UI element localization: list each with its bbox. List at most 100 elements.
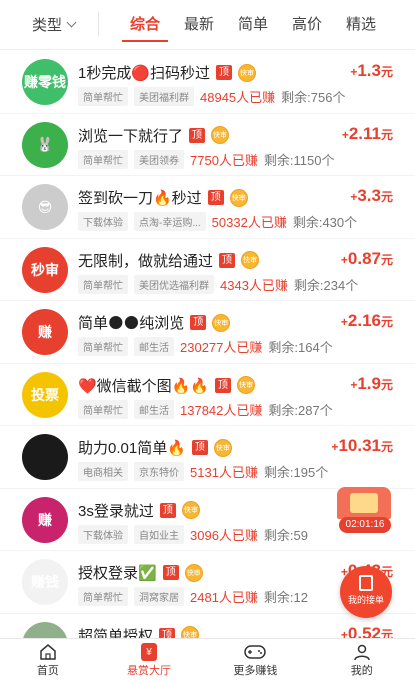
fast-review-icon: 快审 <box>238 63 257 82</box>
reward-unit: 元 <box>380 127 393 142</box>
task-title: 1秒完成🔴扫码秒过 <box>78 65 211 82</box>
task-app-chip: 点淘-幸运购... <box>134 212 206 231</box>
task-meta-line: 简单帮忙 美团领券 7750人已赚 剩余:1150个 <box>78 149 335 169</box>
task-row[interactable]: 秒审 无限制，做就给通过 顶 快审 简单帮忙 美团优选福利群 4343人已赚 剩… <box>0 239 415 301</box>
task-row[interactable]: 助力0.01简单🔥 顶 快审 电商相关 京东特价 5131人已赚 剩余:195个… <box>0 426 415 489</box>
task-earned-count: 4343人已赚 <box>220 277 288 293</box>
nav-home-label: 首页 <box>36 665 59 677</box>
type-dropdown-label: 类型 <box>32 17 63 34</box>
task-avatar: 赚 <box>22 496 68 543</box>
task-remaining: 剩余:164个 <box>268 340 333 355</box>
task-category-chip: 简单帮忙 <box>78 274 128 294</box>
task-meta-line: 简单帮忙 洞窝家居 2481人已赚 剩余:12 <box>78 587 308 606</box>
nav-home[interactable]: 首页 <box>0 639 96 681</box>
tab-comprehensive[interactable]: 综合 <box>118 0 172 50</box>
nav-more-earn[interactable]: 更多赚钱 <box>202 639 308 681</box>
reward-amount: 10.31 <box>338 436 381 455</box>
reward-hall-icon: ¥ <box>96 642 202 662</box>
task-avatar-text: 赚零钱 <box>24 74 66 90</box>
fast-review-icon: 快审 <box>184 563 203 582</box>
task-avatar: 秒审 <box>22 246 68 293</box>
tab-newest[interactable]: 最新 <box>172 0 226 50</box>
task-app-chip: 邮生活 <box>134 337 174 356</box>
filter-bar: 类型 综合 最新 简单 高价 精选 <box>0 0 415 50</box>
reward-unit: 元 <box>380 65 393 79</box>
task-avatar-text: 赚 <box>38 511 52 528</box>
task-earned-count: 7750人已赚 <box>190 152 258 168</box>
task-category-chip: 简单帮忙 <box>78 399 128 419</box>
task-title: 签到砍一刀🔥秒过 <box>78 190 202 207</box>
task-earned-count: 2481人已赚 <box>190 590 258 605</box>
task-title-line: 简单🌑🌑纯浏览 顶 快审 <box>78 312 231 333</box>
pinned-badge: 顶 <box>219 252 236 268</box>
task-category-chip: 简单帮忙 <box>78 149 128 169</box>
task-meta-line: 简单帮忙 美团福利群 48945人已赚 剩余:756个 <box>78 87 345 106</box>
pinned-badge: 顶 <box>191 440 208 455</box>
pinned-badge: 顶 <box>215 377 232 393</box>
task-category-chip: 简单帮忙 <box>78 337 128 356</box>
task-meta-line: 简单帮忙 美团优选福利群 4343人已赚 剩余:234个 <box>78 274 359 294</box>
document-icon <box>359 575 373 591</box>
reward-amount: 2.11 <box>348 123 381 143</box>
nav-profile[interactable]: 我的 <box>309 639 415 681</box>
task-app-chip: 京东特价 <box>134 462 184 481</box>
nav-reward-hall-label: 悬赏大厅 <box>126 665 171 677</box>
nav-profile-label: 我的 <box>350 665 373 677</box>
task-title: 授权登录✅ <box>78 565 157 582</box>
my-orders-label: 我的接单 <box>347 595 384 605</box>
task-title-line: 无限制，做就给通过 顶 快审 <box>78 250 260 271</box>
tab-high-price[interactable]: 高价 <box>280 0 334 50</box>
countdown-timer: 02:01:16 <box>339 517 391 533</box>
task-title: 简单🌑🌑纯浏览 <box>78 315 185 332</box>
task-earned-count: 230277人已赚 <box>180 340 263 355</box>
task-app-chip: 美团领券 <box>134 149 184 169</box>
task-app-chip: 自如业主 <box>134 524 184 544</box>
user-icon <box>309 642 415 662</box>
reward-unit: 元 <box>380 252 393 267</box>
task-category-chip: 简单帮忙 <box>78 587 128 606</box>
task-reward: +2.16元 <box>341 311 393 331</box>
task-row[interactable]: 赚零钱 1秒完成🔴扫码秒过 顶 快审 简单帮忙 美团福利群 48945人已赚 剩… <box>0 51 415 114</box>
task-remaining: 剩余:430个 <box>292 215 358 230</box>
chevron-down-icon <box>66 17 77 28</box>
nav-reward-hall[interactable]: ¥ 悬赏大厅 <box>96 639 202 681</box>
task-category-chip: 下载体验 <box>78 212 128 231</box>
task-reward: +2.11元 <box>342 124 393 144</box>
task-row[interactable]: 😎 签到砍一刀🔥秒过 顶 快审 下载体验 点淘-幸运购... 50332人已赚 … <box>0 176 415 239</box>
reward-amount: 2.16 <box>347 311 381 330</box>
task-title-line: 1秒完成🔴扫码秒过 顶 快审 <box>78 62 257 83</box>
tab-featured[interactable]: 精选 <box>334 0 388 50</box>
task-meta-line: 下载体验 自如业主 3096人已赚 剩余:59 <box>78 524 308 544</box>
pinned-badge: 顶 <box>207 190 224 205</box>
task-avatar: 赚零钱 <box>22 59 68 105</box>
task-remaining: 剩余:1150个 <box>263 152 335 168</box>
task-row[interactable]: 投票 ❤️微信截个图🔥🔥 顶 快审 简单帮忙 邮生活 137842人已赚 剩余:… <box>0 364 415 426</box>
task-remaining: 剩余:234个 <box>293 277 359 293</box>
reward-amount: 1.9 <box>357 373 381 393</box>
task-title-line: 签到砍一刀🔥秒过 顶 快审 <box>78 187 248 208</box>
task-row[interactable]: 🐰 浏览一下就行了 顶 快审 简单帮忙 美团领券 7750人已赚 剩余:1150… <box>0 114 415 176</box>
tab-simple[interactable]: 简单 <box>226 0 280 50</box>
pinned-badge: 顶 <box>216 65 233 80</box>
task-remaining: 剩余:195个 <box>263 465 329 480</box>
type-dropdown[interactable]: 类型 <box>32 14 77 35</box>
gamepad-icon <box>202 642 308 662</box>
task-remaining: 剩余:12 <box>263 590 308 605</box>
task-earned-count: 48945人已赚 <box>200 90 276 105</box>
task-title: 3s登录就过 <box>78 502 154 520</box>
task-avatar: 投票 <box>22 371 68 418</box>
task-reward: +10.31元 <box>331 436 393 456</box>
task-title: 无限制，做就给通过 <box>78 252 214 270</box>
task-reward: +1.3元 <box>350 61 393 81</box>
task-title-line: 浏览一下就行了 顶 快审 <box>78 125 230 146</box>
reward-sign: + <box>340 315 348 329</box>
task-category-chip: 电商相关 <box>78 462 128 481</box>
sort-tabs: 综合 最新 简单 高价 精选 <box>118 0 388 50</box>
red-packet-timer[interactable]: 02:01:16 <box>337 487 391 535</box>
task-meta-line: 简单帮忙 邮生活 230277人已赚 剩余:164个 <box>78 337 333 356</box>
my-orders-button[interactable]: 我的接单 <box>340 566 392 618</box>
task-category-chip: 简单帮忙 <box>78 87 128 106</box>
task-title-line: 3s登录就过 顶 快审 <box>78 500 200 521</box>
task-row[interactable]: 赚 简单🌑🌑纯浏览 顶 快审 简单帮忙 邮生活 230277人已赚 剩余:164… <box>0 301 415 364</box>
task-avatar-text: 秒审 <box>31 261 59 278</box>
